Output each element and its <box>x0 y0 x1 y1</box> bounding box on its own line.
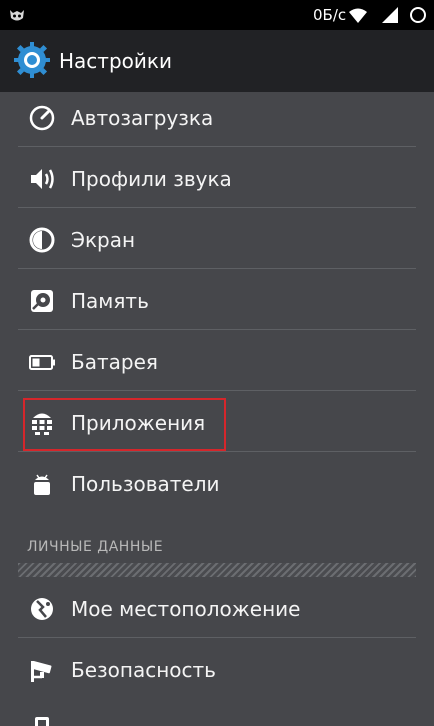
owl-icon <box>10 10 24 21</box>
network-speed: 0Б/с <box>313 6 347 24</box>
settings-item-label: Батарея <box>71 350 158 374</box>
settings-item-label: Профили звука <box>71 167 232 191</box>
settings-item-label: Экран <box>71 228 136 252</box>
settings-item-label: Пользователи <box>71 472 220 496</box>
battery-icon <box>29 355 55 370</box>
section-header-personal: ЛИЧНЫЕ ДАННЫЕ <box>27 539 164 555</box>
signal-icon <box>382 7 398 23</box>
settings-item-location[interactable]: Мое местоположение <box>0 579 434 639</box>
action-bar: Настройки <box>0 30 434 92</box>
settings-item-security[interactable]: Безопасность <box>0 640 434 700</box>
settings-item-sound-profiles[interactable]: Профили звука <box>0 149 434 209</box>
list-divider <box>18 451 416 452</box>
settings-item-storage[interactable]: Память <box>0 271 434 331</box>
user-android-icon <box>34 474 50 495</box>
settings-item-label: Безопасность <box>71 658 216 682</box>
page-title: Настройки <box>59 49 172 73</box>
settings-item-battery[interactable]: Батарея <box>0 332 434 392</box>
settings-item-label: Память <box>71 289 149 313</box>
speedometer-icon <box>29 105 55 131</box>
list-divider <box>18 268 416 269</box>
partial-item-icon <box>35 717 49 726</box>
storage-disk-icon <box>31 290 53 312</box>
section-divider <box>18 563 416 577</box>
location-icon <box>31 598 53 620</box>
status-bar: 0Б/с <box>0 0 434 30</box>
settings-item-users[interactable]: Пользователи <box>0 454 434 514</box>
display-brightness-icon <box>29 227 55 253</box>
settings-item-label: Мое местоположение <box>71 597 301 621</box>
settings-item-display[interactable]: Экран <box>0 210 434 270</box>
settings-item-autostart[interactable]: Автозагрузка <box>0 88 434 148</box>
settings-item-partial[interactable] <box>0 702 434 726</box>
list-divider <box>18 146 416 147</box>
settings-gear-icon[interactable] <box>14 42 50 78</box>
list-divider <box>18 390 416 391</box>
list-divider <box>18 207 416 208</box>
list-divider <box>18 637 416 638</box>
security-camera-icon <box>31 661 52 682</box>
settings-item-label: Автозагрузка <box>71 106 214 130</box>
speaker-icon <box>31 169 54 189</box>
list-divider <box>18 329 416 330</box>
highlight-apps-box <box>23 398 226 451</box>
wifi-icon <box>349 8 367 23</box>
battery-icon <box>410 7 426 23</box>
